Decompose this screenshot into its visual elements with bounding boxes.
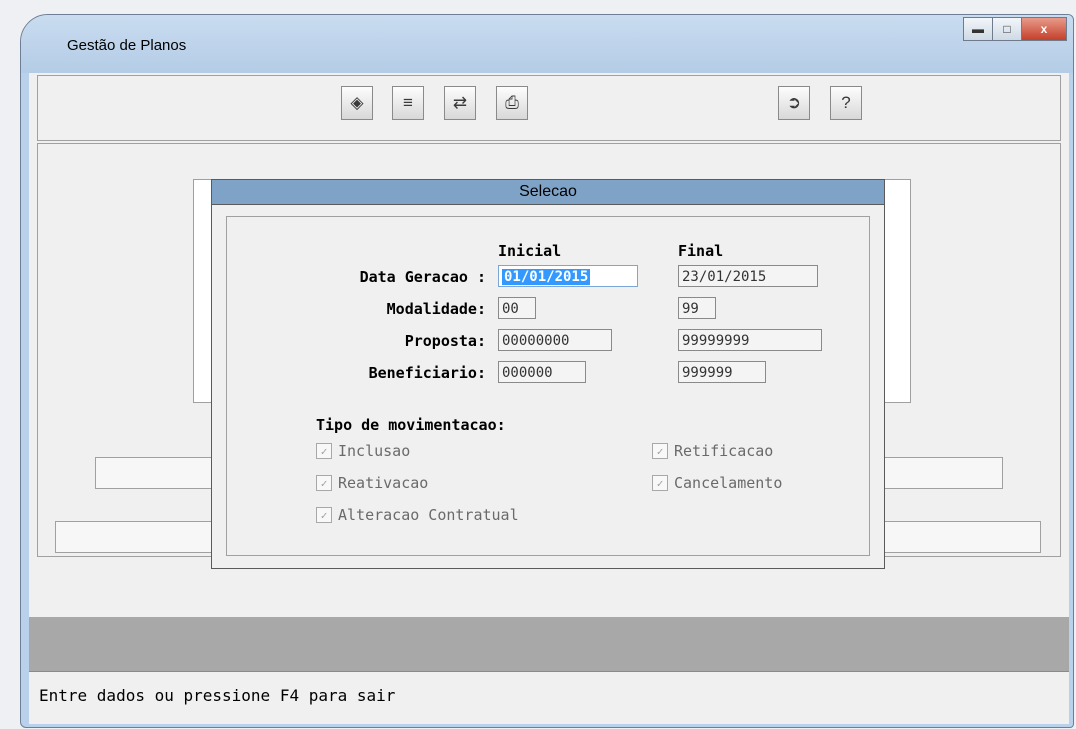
exit-button[interactable]: ➲	[778, 86, 810, 120]
proposta-initial-input[interactable]: 00000000	[498, 329, 612, 351]
alteracao-contratual-label: Alteracao Contratual	[338, 506, 519, 524]
exit-door-icon: ➲	[786, 93, 802, 112]
checkbox-check-icon: ✓	[316, 443, 332, 459]
proposta-label: Proposta:	[404, 332, 486, 350]
checkbox-check-icon: ✓	[652, 475, 668, 491]
inclusao-checkbox[interactable]: ✓ Inclusao	[316, 442, 410, 460]
dialog-title: Selecao	[212, 180, 884, 205]
col-final-label: Final	[678, 242, 724, 260]
close-button[interactable]: x	[1021, 17, 1067, 41]
beneficiario-final-input[interactable]: 999999	[678, 361, 766, 383]
beneficiario-initial-input[interactable]: 000000	[498, 361, 586, 383]
import-button[interactable]: ⇄	[444, 86, 476, 120]
sort-az-icon: ≡	[403, 93, 413, 112]
help-button[interactable]: ?	[830, 86, 862, 120]
toolbar: ◈ ≡ ⇄ ⎙ ➲ ?	[37, 75, 1061, 141]
window-title: Gestão de Planos	[67, 37, 187, 54]
title-bar: Gestão de Planos ▬ □ x	[21, 15, 1073, 73]
eraser-icon: ◈	[350, 93, 364, 112]
modalidade-final-input[interactable]: 99	[678, 297, 716, 319]
modalidade-label: Modalidade:	[386, 300, 486, 318]
sort-button[interactable]: ≡	[392, 86, 424, 120]
alteracao-contratual-checkbox[interactable]: ✓ Alteracao Contratual	[316, 506, 519, 524]
inclusao-label: Inclusao	[338, 442, 411, 460]
help-icon: ?	[841, 93, 851, 112]
status-message: Entre dados ou pressione F4 para sair	[39, 686, 396, 705]
close-icon: x	[1040, 22, 1048, 36]
print-button[interactable]: ⎙	[496, 86, 528, 120]
beneficiario-label: Beneficiario:	[368, 364, 486, 382]
cancelamento-label: Cancelamento	[674, 474, 783, 492]
data-geracao-final-input[interactable]: 23/01/2015	[678, 265, 818, 287]
printer-icon: ⎙	[505, 93, 519, 112]
checkbox-check-icon: ✓	[652, 443, 668, 459]
modalidade-initial-input[interactable]: 00	[498, 297, 536, 319]
retificacao-checkbox[interactable]: ✓ Retificacao	[652, 442, 773, 460]
cancelamento-checkbox[interactable]: ✓ Cancelamento	[652, 474, 782, 492]
minimize-icon: ▬	[972, 22, 984, 36]
checkbox-check-icon: ✓	[316, 507, 332, 523]
client-area: ◈ ≡ ⇄ ⎙ ➲ ? Selecao Inicial Final Data G…	[29, 73, 1069, 724]
minimize-button[interactable]: ▬	[963, 17, 993, 41]
reativacao-label: Reativacao	[338, 474, 429, 492]
app-window: Gestão de Planos ▬ □ x ◈ ≡ ⇄ ⎙ ➲ ? Selec…	[20, 14, 1074, 728]
list-import-icon: ⇄	[452, 93, 468, 112]
separator-band	[29, 617, 1069, 671]
col-initial-label: Inicial	[498, 242, 562, 260]
maximize-icon: □	[1003, 22, 1011, 36]
checkbox-check-icon: ✓	[316, 475, 332, 491]
status-bar: Entre dados ou pressione F4 para sair	[29, 671, 1069, 724]
data-geracao-initial-input[interactable]: 01/01/2015	[498, 265, 638, 287]
reativacao-checkbox[interactable]: ✓ Reativacao	[316, 474, 428, 492]
maximize-button[interactable]: □	[992, 17, 1022, 41]
clear-button[interactable]: ◈	[341, 86, 373, 120]
data-geracao-initial-value: 01/01/2015	[502, 269, 591, 285]
window-controls: ▬ □ x	[963, 17, 1067, 41]
data-geracao-label: Data Geracao :	[359, 268, 486, 286]
tipo-movimentacao-label: Tipo de movimentacao:	[316, 416, 506, 434]
selection-dialog: Selecao Inicial Final Data Geracao : 01/…	[211, 179, 885, 569]
proposta-final-input[interactable]: 99999999	[678, 329, 822, 351]
retificacao-label: Retificacao	[674, 442, 774, 460]
